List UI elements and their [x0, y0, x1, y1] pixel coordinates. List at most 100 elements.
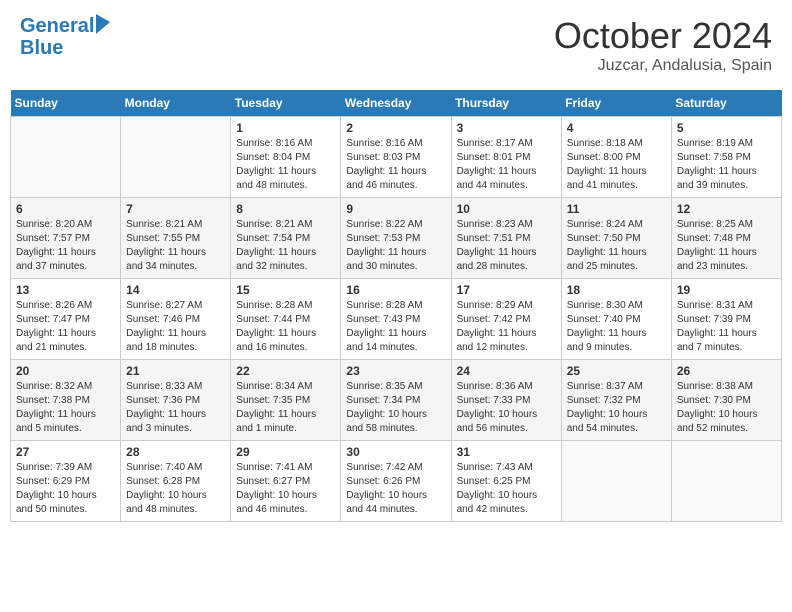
day-number: 10: [457, 202, 556, 216]
calendar-day-cell: 7Sunrise: 8:21 AM Sunset: 7:55 PM Daylig…: [121, 198, 231, 279]
calendar-day-cell: 13 Sunrise: 8:26 AM Sunset: 7:47 PM Dayli…: [11, 279, 121, 360]
day-info: Sunrise: 8:37 AM Sunset: 7:32 PM Dayligh…: [567, 380, 666, 436]
calendar-day-cell: 6Sunrise: 8:20 AM Sunset: 7:57 PM Daylig…: [11, 198, 121, 279]
day-info: Sunrise: 8:23 AM Sunset: 7:51 PM Dayligh…: [457, 218, 556, 274]
day-number: 5: [677, 121, 776, 135]
day-number: 25: [567, 364, 666, 378]
calendar-day-cell: [671, 441, 781, 522]
day-number: 17: [457, 283, 556, 297]
day-number: 3: [457, 121, 556, 135]
calendar-week-row: 6Sunrise: 8:20 AM Sunset: 7:57 PM Daylig…: [11, 198, 782, 279]
calendar-week-row: 13 Sunrise: 8:26 AM Sunset: 7:47 PM Dayli…: [11, 279, 782, 360]
month-title: October 2024: [554, 15, 772, 57]
calendar-day-cell: 21 Sunrise: 8:33 AM Sunset: 7:36 PM Dayli…: [121, 360, 231, 441]
day-number: 23: [346, 364, 445, 378]
calendar-day-cell: 31 Sunrise: 7:43 AM Sunset: 6:25 PM Dayli…: [451, 441, 561, 522]
day-info: Sunrise: 8:32 AM Sunset: 7:38 PM Dayligh…: [16, 380, 115, 436]
calendar-day-cell: 18 Sunrise: 8:30 AM Sunset: 7:40 PM Dayli…: [561, 279, 671, 360]
calendar-week-row: 1Sunrise: 8:16 AM Sunset: 8:04 PM Daylig…: [11, 117, 782, 198]
calendar-day-cell: 2 Sunrise: 8:16 AM Sunset: 8:03 PM Daylig…: [341, 117, 451, 198]
title-area: October 2024 Juzcar, Andalusia, Spain: [554, 15, 772, 75]
calendar-day-cell: 15Sunrise: 8:28 AM Sunset: 7:44 PM Dayli…: [231, 279, 341, 360]
day-number: 19: [677, 283, 776, 297]
day-info: Sunrise: 7:40 AM Sunset: 6:28 PM Dayligh…: [126, 461, 225, 517]
calendar-day-cell: 4Sunrise: 8:18 AM Sunset: 8:00 PM Daylig…: [561, 117, 671, 198]
day-info: Sunrise: 8:34 AM Sunset: 7:35 PM Dayligh…: [236, 380, 335, 436]
day-number: 26: [677, 364, 776, 378]
calendar-day-cell: [561, 441, 671, 522]
day-info: Sunrise: 8:35 AM Sunset: 7:34 PM Dayligh…: [346, 380, 445, 436]
day-number: 1: [236, 121, 335, 135]
calendar-table: SundayMondayTuesdayWednesdayThursdayFrid…: [10, 90, 782, 522]
day-number: 28: [126, 445, 225, 459]
day-info: Sunrise: 8:29 AM Sunset: 7:42 PM Dayligh…: [457, 299, 556, 355]
calendar-day-cell: 11 Sunrise: 8:24 AM Sunset: 7:50 PM Dayli…: [561, 198, 671, 279]
logo-icon: [96, 14, 110, 34]
calendar-day-cell: 26 Sunrise: 8:38 AM Sunset: 7:30 PM Dayli…: [671, 360, 781, 441]
calendar-day-cell: 1Sunrise: 8:16 AM Sunset: 8:04 PM Daylig…: [231, 117, 341, 198]
day-number: 13: [16, 283, 115, 297]
day-info: Sunrise: 7:43 AM Sunset: 6:25 PM Dayligh…: [457, 461, 556, 517]
day-number: 9: [346, 202, 445, 216]
day-info: Sunrise: 8:19 AM Sunset: 7:58 PM Dayligh…: [677, 137, 776, 193]
calendar-day-cell: 24Sunrise: 8:36 AM Sunset: 7:33 PM Dayli…: [451, 360, 561, 441]
calendar-day-cell: 14 Sunrise: 8:27 AM Sunset: 7:46 PM Dayli…: [121, 279, 231, 360]
day-info: Sunrise: 8:36 AM Sunset: 7:33 PM Dayligh…: [457, 380, 556, 436]
day-info: Sunrise: 8:31 AM Sunset: 7:39 PM Dayligh…: [677, 299, 776, 355]
calendar-day-cell: 8Sunrise: 8:21 AM Sunset: 7:54 PM Daylig…: [231, 198, 341, 279]
day-number: 14: [126, 283, 225, 297]
day-number: 30: [346, 445, 445, 459]
calendar-day-cell: 5 Sunrise: 8:19 AM Sunset: 7:58 PM Daylig…: [671, 117, 781, 198]
calendar-day-cell: 27Sunrise: 7:39 AM Sunset: 6:29 PM Dayli…: [11, 441, 121, 522]
calendar-day-cell: 29 Sunrise: 7:41 AM Sunset: 6:27 PM Dayli…: [231, 441, 341, 522]
day-number: 16: [346, 283, 445, 297]
day-info: Sunrise: 8:30 AM Sunset: 7:40 PM Dayligh…: [567, 299, 666, 355]
day-number: 11: [567, 202, 666, 216]
day-info: Sunrise: 8:28 AM Sunset: 7:44 PM Dayligh…: [236, 299, 335, 355]
logo-blue: Blue: [20, 37, 110, 59]
day-number: 31: [457, 445, 556, 459]
calendar-week-row: 20Sunrise: 8:32 AM Sunset: 7:38 PM Dayli…: [11, 360, 782, 441]
weekday-header: Thursday: [451, 90, 561, 117]
day-number: 21: [126, 364, 225, 378]
weekday-header-row: SundayMondayTuesdayWednesdayThursdayFrid…: [11, 90, 782, 117]
logo: General Blue: [20, 15, 110, 59]
day-number: 27: [16, 445, 115, 459]
day-number: 29: [236, 445, 335, 459]
day-info: Sunrise: 8:27 AM Sunset: 7:46 PM Dayligh…: [126, 299, 225, 355]
day-info: Sunrise: 8:18 AM Sunset: 8:00 PM Dayligh…: [567, 137, 666, 193]
weekday-header: Friday: [561, 90, 671, 117]
calendar-day-cell: 22Sunrise: 8:34 AM Sunset: 7:35 PM Dayli…: [231, 360, 341, 441]
calendar-day-cell: 9 Sunrise: 8:22 AM Sunset: 7:53 PM Daylig…: [341, 198, 451, 279]
day-info: Sunrise: 8:17 AM Sunset: 8:01 PM Dayligh…: [457, 137, 556, 193]
weekday-header: Wednesday: [341, 90, 451, 117]
logo-text: General: [20, 15, 94, 37]
calendar-day-cell: 16Sunrise: 8:28 AM Sunset: 7:43 PM Dayli…: [341, 279, 451, 360]
calendar-day-cell: 19 Sunrise: 8:31 AM Sunset: 7:39 PM Dayli…: [671, 279, 781, 360]
calendar-day-cell: 17 Sunrise: 8:29 AM Sunset: 7:42 PM Dayli…: [451, 279, 561, 360]
calendar-day-cell: 10 Sunrise: 8:23 AM Sunset: 7:51 PM Dayli…: [451, 198, 561, 279]
day-number: 18: [567, 283, 666, 297]
calendar-day-cell: 12Sunrise: 8:25 AM Sunset: 7:48 PM Dayli…: [671, 198, 781, 279]
calendar-day-cell: 3 Sunrise: 8:17 AM Sunset: 8:01 PM Daylig…: [451, 117, 561, 198]
day-number: 6: [16, 202, 115, 216]
calendar-day-cell: [11, 117, 121, 198]
calendar-day-cell: 23 Sunrise: 8:35 AM Sunset: 7:34 PM Dayli…: [341, 360, 451, 441]
calendar-day-cell: [121, 117, 231, 198]
location-subtitle: Juzcar, Andalusia, Spain: [554, 57, 772, 75]
calendar-day-cell: 28 Sunrise: 7:40 AM Sunset: 6:28 PM Dayli…: [121, 441, 231, 522]
day-info: Sunrise: 8:16 AM Sunset: 8:03 PM Dayligh…: [346, 137, 445, 193]
day-info: Sunrise: 8:21 AM Sunset: 7:54 PM Dayligh…: [236, 218, 335, 274]
day-number: 7: [126, 202, 225, 216]
day-info: Sunrise: 8:26 AM Sunset: 7:47 PM Dayligh…: [16, 299, 115, 355]
day-number: 2: [346, 121, 445, 135]
calendar-day-cell: 20Sunrise: 8:32 AM Sunset: 7:38 PM Dayli…: [11, 360, 121, 441]
weekday-header: Sunday: [11, 90, 121, 117]
day-info: Sunrise: 8:38 AM Sunset: 7:30 PM Dayligh…: [677, 380, 776, 436]
day-info: Sunrise: 8:22 AM Sunset: 7:53 PM Dayligh…: [346, 218, 445, 274]
day-info: Sunrise: 7:41 AM Sunset: 6:27 PM Dayligh…: [236, 461, 335, 517]
day-info: Sunrise: 8:33 AM Sunset: 7:36 PM Dayligh…: [126, 380, 225, 436]
day-info: Sunrise: 8:24 AM Sunset: 7:50 PM Dayligh…: [567, 218, 666, 274]
page-header: General Blue October 2024 Juzcar, Andalu…: [10, 10, 782, 80]
weekday-header: Saturday: [671, 90, 781, 117]
